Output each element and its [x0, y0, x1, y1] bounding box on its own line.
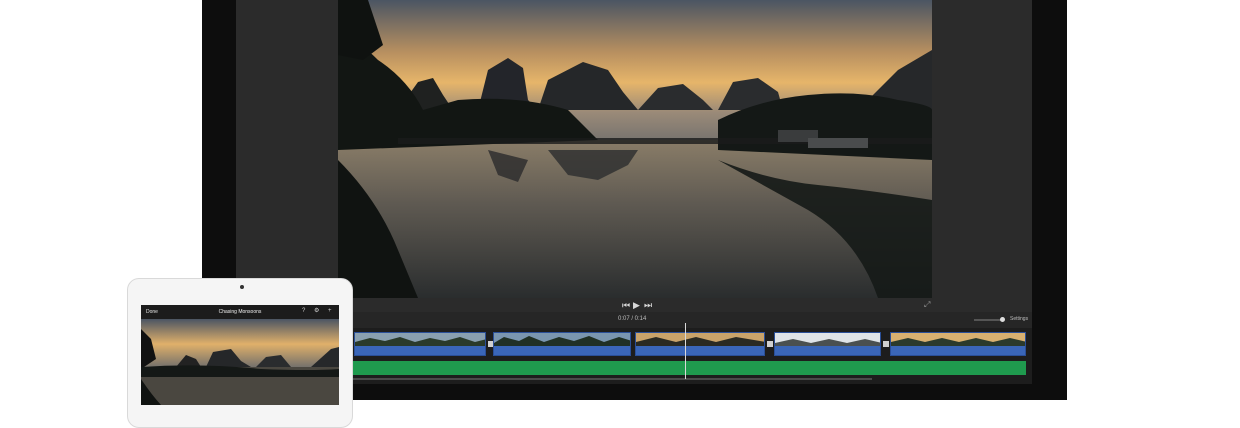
video-clip[interactable]	[635, 332, 765, 356]
camera-icon	[240, 285, 244, 289]
zoom-knob[interactable]	[1000, 317, 1005, 322]
add-icon[interactable]: +	[328, 308, 332, 315]
clip-thumbnails	[355, 333, 485, 347]
timeline[interactable]: 0:07 / 0:14 Settings	[338, 312, 1032, 384]
playhead[interactable]	[685, 323, 686, 379]
help-icon[interactable]: ?	[302, 308, 305, 315]
play-icon[interactable]: ▶	[633, 299, 640, 311]
background-music-track[interactable]	[352, 361, 1026, 375]
transition-icon[interactable]	[883, 341, 889, 347]
video-clip[interactable]	[354, 332, 486, 356]
skip-back-icon[interactable]: ⏮	[622, 299, 630, 311]
fullscreen-icon[interactable]: ⤢	[924, 300, 930, 310]
audio-waveform	[636, 346, 764, 355]
audio-waveform	[494, 346, 630, 355]
clip-thumbnails	[636, 333, 764, 347]
video-clip[interactable]	[774, 332, 881, 356]
video-clip[interactable]	[890, 332, 1026, 356]
skip-forward-icon[interactable]: ⏭	[644, 299, 652, 311]
clip-thumbnails	[494, 333, 630, 347]
settings-button[interactable]: Settings	[1010, 316, 1028, 322]
transition-icon[interactable]	[767, 341, 773, 347]
audio-waveform	[775, 346, 880, 355]
project-title: Chasing Monsoons	[218, 309, 262, 315]
gear-icon[interactable]: ⚙	[314, 308, 319, 315]
ipad-imovie-screen: Done Chasing Monsoons ? ⚙ +	[141, 305, 339, 405]
timecode: 0:07 / 0:14	[618, 316, 647, 322]
audio-waveform	[891, 346, 1025, 355]
ipad-toolbar: Done Chasing Monsoons ? ⚙ +	[141, 305, 339, 319]
landscape-frame	[338, 0, 932, 298]
playback-controls: ⏮ ▶ ⏭	[338, 298, 932, 312]
video-viewer[interactable]	[338, 0, 932, 298]
ipad-video-viewer[interactable]	[141, 319, 339, 405]
clip-thumbnails	[891, 333, 1025, 347]
timeline-scrollbar[interactable]	[352, 378, 872, 380]
audio-waveform	[355, 346, 485, 355]
video-clip[interactable]	[493, 332, 631, 356]
clip-thumbnails	[775, 333, 880, 347]
